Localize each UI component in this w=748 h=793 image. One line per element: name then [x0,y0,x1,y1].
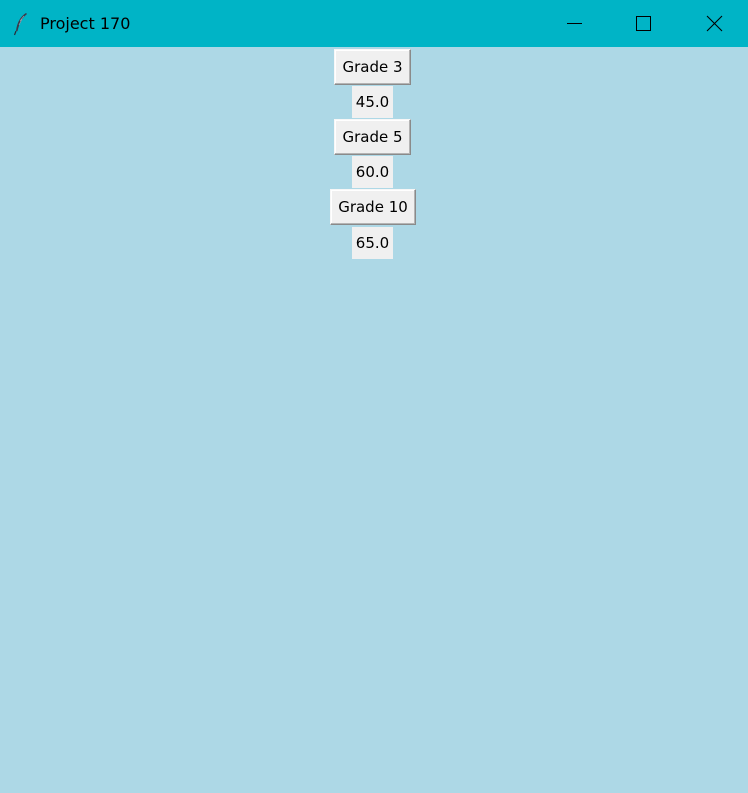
grade-10-button[interactable]: Grade 10 [330,189,416,225]
maximize-button[interactable] [608,0,678,47]
minimize-button[interactable] [539,0,609,47]
feather-icon [13,12,29,36]
grade-5-button[interactable]: Grade 5 [334,119,411,155]
grade-3-value: 45.0 [352,86,393,118]
grade-10-value: 65.0 [352,227,393,259]
content-area: Grade 3 45.0 Grade 5 60.0 Grade 10 65.0 [0,47,748,793]
window-title: Project 170 [40,14,131,33]
title-bar[interactable]: Project 170 [0,0,748,47]
app-window: Project 170 Grade 3 45.0 Grade 5 60.0 Gr… [0,0,748,793]
grade-3-button[interactable]: Grade 3 [334,49,411,85]
close-button[interactable] [678,0,748,47]
grade-5-value: 60.0 [352,156,393,188]
